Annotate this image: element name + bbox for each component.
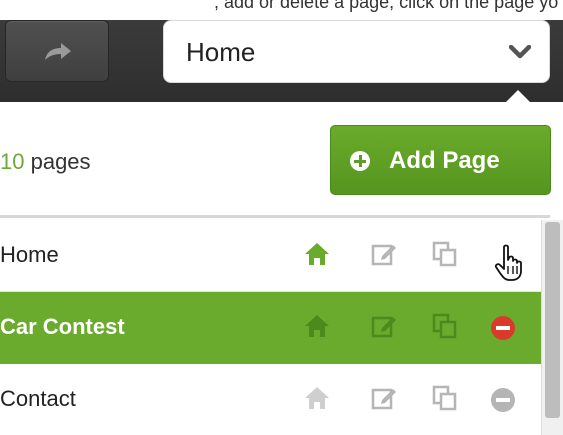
scrollbar[interactable] — [541, 220, 563, 435]
list-item[interactable]: Contact — [0, 364, 541, 435]
add-page-button[interactable]: Add Page — [330, 125, 551, 195]
edit-icon[interactable] — [370, 312, 398, 340]
plus-circle-icon — [350, 151, 370, 171]
copy-icon[interactable] — [431, 240, 459, 268]
home-icon[interactable] — [303, 312, 331, 340]
page-count-label: pages — [24, 149, 91, 174]
add-page-label: Add Page — [389, 147, 500, 174]
home-icon[interactable] — [303, 384, 331, 412]
chevron-down-icon — [509, 45, 531, 59]
scrollbar-thumb[interactable] — [545, 222, 560, 418]
redo-arrow-icon — [45, 43, 71, 60]
page-name: Home — [0, 242, 59, 267]
page-count: 10 pages — [0, 149, 91, 175]
delete-icon[interactable] — [489, 314, 517, 342]
dropdown-pointer — [506, 90, 530, 102]
hand-pointer-cursor-icon — [494, 244, 522, 281]
redo-button[interactable] — [5, 20, 109, 82]
list-item-selected[interactable]: Car Contest — [0, 292, 541, 364]
edit-icon[interactable] — [370, 240, 398, 268]
page-name: Car Contest — [0, 314, 125, 339]
page-list: Home Car Contest Contact — [0, 220, 541, 435]
home-icon[interactable] — [303, 240, 331, 268]
page-select-dropdown[interactable]: Home — [163, 20, 550, 83]
delete-icon[interactable] — [489, 386, 517, 414]
edit-icon[interactable] — [370, 384, 398, 412]
divider — [0, 215, 550, 218]
pages-panel: 10 pages Add Page Home Car Contest Conta… — [0, 102, 563, 435]
copy-icon[interactable] — [431, 312, 459, 340]
page-select-value: Home — [186, 37, 256, 67]
list-item[interactable]: Home — [0, 220, 541, 292]
page-name: Contact — [0, 386, 76, 411]
page-count-number: 10 — [0, 149, 25, 174]
instruction-caption: , add or delete a page, click on the pag… — [0, 0, 563, 20]
copy-icon[interactable] — [431, 384, 459, 412]
